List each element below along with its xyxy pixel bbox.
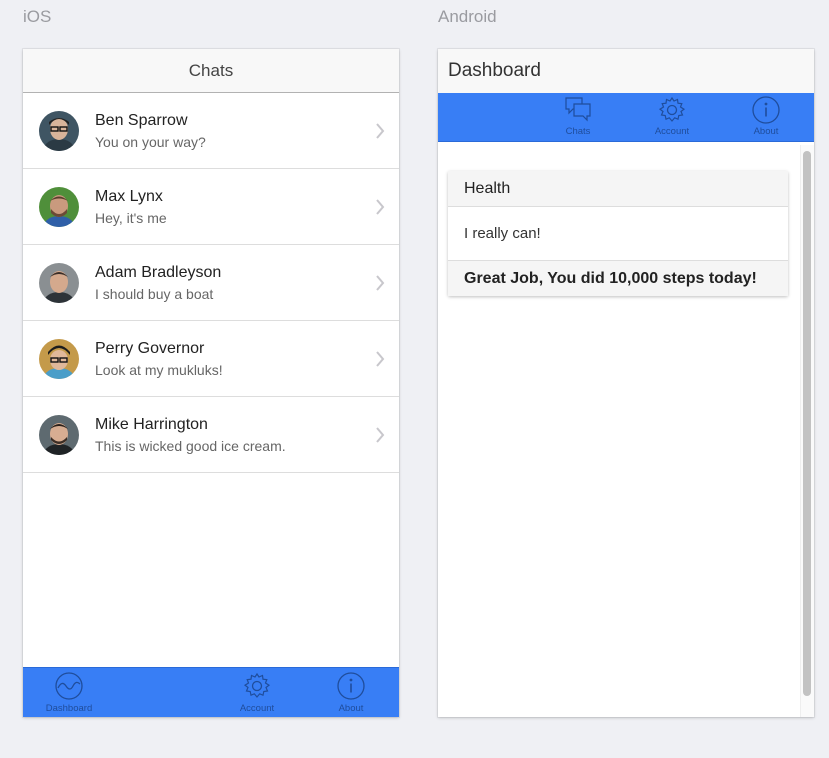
ios-tab-bar: Dashboard Account About bbox=[23, 667, 399, 717]
pulse-icon bbox=[55, 672, 83, 700]
chevron-right-icon bbox=[376, 275, 385, 291]
page-title: Dashboard bbox=[448, 60, 541, 81]
info-icon bbox=[337, 672, 365, 700]
chat-message: I should buy a boat bbox=[95, 285, 214, 302]
scrollbar[interactable] bbox=[800, 145, 814, 717]
info-icon bbox=[752, 96, 780, 124]
ios-label: iOS bbox=[23, 7, 52, 26]
android-tab-bar: Chats Account About bbox=[438, 93, 814, 142]
android-phone: Dashboard Chats Account About Health I r… bbox=[438, 49, 814, 717]
tab-label: Chats bbox=[565, 126, 591, 137]
card-footer: Great Job, You did 10,000 steps today! bbox=[448, 260, 788, 296]
avatar bbox=[39, 262, 79, 303]
tab-chats[interactable]: Chats bbox=[543, 93, 613, 142]
avatar bbox=[39, 186, 79, 227]
chat-list: Ben Sparrow You on your way? Max Lynx He… bbox=[23, 93, 399, 473]
chat-name: Ben Sparrow bbox=[95, 111, 188, 129]
tab-dashboard[interactable]: Dashboard bbox=[34, 668, 104, 717]
page-title: Chats bbox=[188, 60, 234, 80]
chevron-right-icon bbox=[376, 123, 385, 139]
scrollbar-thumb[interactable] bbox=[803, 151, 811, 696]
tab-account[interactable]: Account bbox=[637, 93, 707, 142]
tab-about[interactable]: About bbox=[731, 93, 801, 142]
card-header: Health bbox=[448, 171, 788, 207]
chat-list-item[interactable]: Mike Harrington This is wicked good ice … bbox=[23, 397, 399, 473]
tab-label: Account bbox=[654, 126, 690, 137]
chat-list-item[interactable]: Perry Governor Look at my mukluks! bbox=[23, 321, 399, 397]
chevron-right-icon bbox=[376, 199, 385, 215]
gear-icon bbox=[658, 96, 686, 122]
chat-message: This is wicked good ice cream. bbox=[95, 437, 286, 454]
tab-about[interactable]: About bbox=[316, 668, 386, 717]
card-body: I really can! bbox=[464, 225, 541, 242]
android-label: Android bbox=[438, 7, 497, 26]
ios-phone: Chats Ben Sparrow You on your way? Max L… bbox=[23, 49, 399, 717]
chevron-right-icon bbox=[376, 351, 385, 367]
tab-account[interactable]: Account bbox=[222, 668, 292, 717]
tab-label: Dashboard bbox=[45, 703, 93, 714]
chat-name: Max Lynx bbox=[95, 187, 163, 205]
chevron-right-icon bbox=[376, 427, 385, 443]
ios-header: Chats bbox=[23, 49, 399, 93]
android-content: Health I really can! Great Job, You did … bbox=[438, 142, 814, 717]
tab-label: Account bbox=[239, 703, 275, 714]
chat-message: Look at my mukluks! bbox=[95, 361, 223, 378]
gear-icon bbox=[243, 672, 271, 698]
chat-name: Adam Bradleyson bbox=[95, 263, 222, 281]
chat-list-item[interactable]: Max Lynx Hey, it's me bbox=[23, 169, 399, 245]
chat-message: You on your way? bbox=[95, 133, 206, 150]
chat-list-item[interactable]: Ben Sparrow You on your way? bbox=[23, 93, 399, 169]
avatar bbox=[39, 414, 79, 455]
chat-name: Mike Harrington bbox=[95, 415, 208, 433]
android-header: Dashboard bbox=[438, 49, 814, 93]
chat-bubbles-icon bbox=[565, 97, 591, 122]
chat-list-item[interactable]: Adam Bradleyson I should buy a boat bbox=[23, 245, 399, 321]
avatar bbox=[39, 338, 79, 379]
tab-label: About bbox=[753, 126, 779, 137]
avatar bbox=[39, 110, 79, 151]
health-card: Health I really can! Great Job, You did … bbox=[448, 171, 788, 296]
chat-message: Hey, it's me bbox=[95, 209, 167, 226]
chat-name: Perry Governor bbox=[95, 339, 205, 357]
tab-label: About bbox=[338, 703, 364, 714]
